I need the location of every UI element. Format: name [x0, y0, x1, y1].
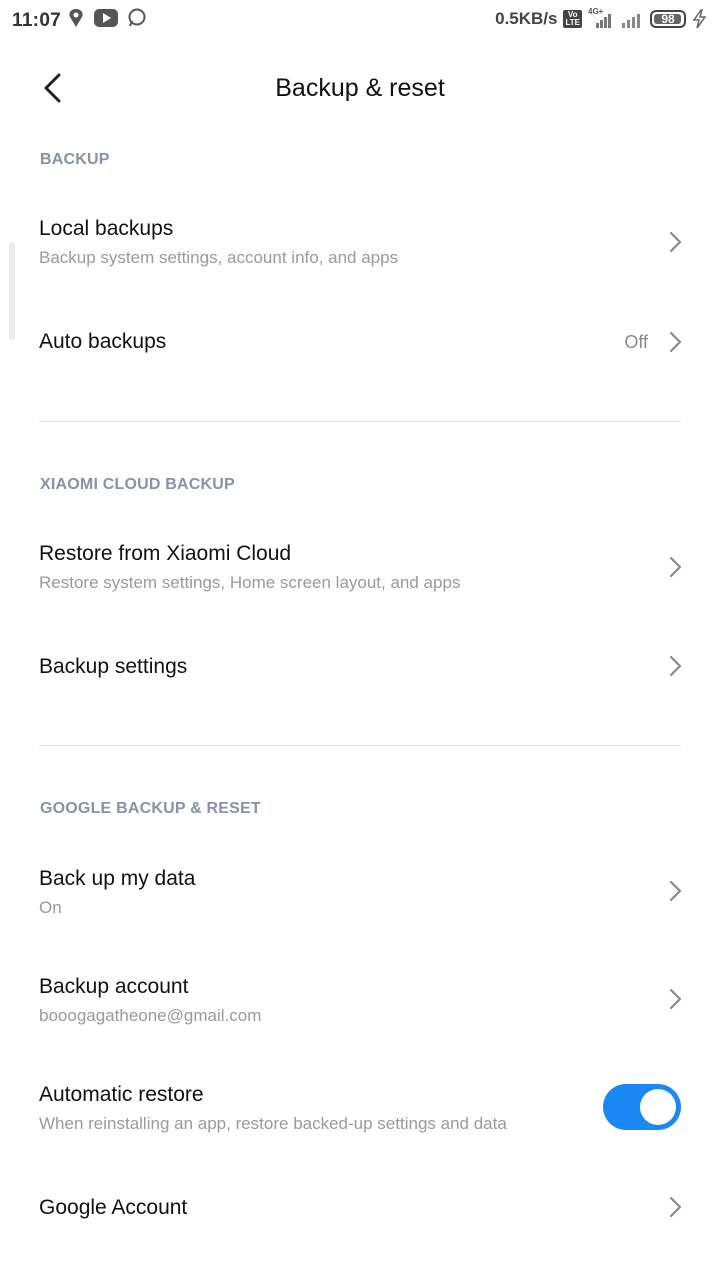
automatic-restore-subtitle: When reinstalling an app, restore backed…	[39, 1114, 507, 1133]
divider	[39, 745, 681, 746]
local-backups-subtitle: Backup system settings, account info, an…	[39, 248, 399, 267]
signal-4g-icon: 4G+	[588, 7, 614, 29]
chevron-right-icon	[669, 1196, 682, 1218]
auto-backups-value: Off	[624, 332, 648, 352]
restore-from-cloud-title: Restore from Xiaomi Cloud	[39, 542, 292, 565]
backup-account-item[interactable]: Backup account booogagatheone@gmail.com	[0, 948, 720, 1054]
status-time: 11:07	[12, 10, 62, 31]
signal-icon	[622, 14, 640, 28]
app-header: Backup & reset	[0, 52, 720, 124]
location-icon	[69, 9, 83, 27]
chevron-right-icon	[669, 655, 682, 677]
toggle-knob	[640, 1089, 676, 1125]
google-account-title: Google Account	[39, 1196, 188, 1219]
notification-icons	[66, 8, 146, 28]
back-up-my-data-title: Back up my data	[39, 867, 196, 890]
backup-account-title: Backup account	[39, 975, 189, 998]
youtube-icon	[94, 9, 118, 27]
chevron-right-icon	[669, 331, 682, 353]
local-backups-title: Local backups	[39, 217, 174, 240]
back-up-my-data-item[interactable]: Back up my data On	[0, 840, 720, 946]
automatic-restore-title: Automatic restore	[39, 1083, 204, 1106]
section-header-cloud: XIAOMI CLOUD BACKUP	[40, 476, 235, 493]
battery-icon: 98	[650, 10, 686, 28]
auto-backups-item[interactable]: Auto backups Off	[0, 296, 720, 388]
divider	[39, 421, 681, 422]
chevron-right-icon	[669, 231, 682, 253]
status-bar: 11:07 0.5KB/s Vo LTE 4G+ 98	[0, 0, 720, 40]
network-speed: 0.5KB/s	[495, 9, 558, 28]
volte-bottom: LTE	[565, 18, 580, 27]
chevron-right-icon	[669, 880, 682, 902]
section-header-backup: BACKUP	[40, 151, 110, 168]
status-right: 0.5KB/s Vo LTE 4G+ 98	[495, 7, 708, 29]
automatic-restore-item: Automatic restore When reinstalling an a…	[0, 1056, 720, 1162]
local-backups-item[interactable]: Local backups Backup system settings, ac…	[0, 190, 720, 296]
battery-level: 98	[661, 12, 675, 26]
volte-icon: Vo LTE	[563, 10, 582, 28]
chat-bubble-icon	[128, 8, 146, 27]
google-account-item[interactable]: Google Account	[0, 1162, 720, 1254]
section-header-google: GOOGLE BACKUP & RESET	[40, 800, 261, 817]
charging-icon	[692, 9, 707, 29]
auto-backups-title: Auto backups	[39, 330, 167, 353]
chevron-right-icon	[669, 556, 682, 578]
backup-account-email: booogagatheone@gmail.com	[39, 1006, 262, 1025]
back-up-my-data-subtitle: On	[39, 898, 62, 917]
backup-settings-item[interactable]: Backup settings	[0, 621, 720, 713]
chevron-right-icon	[669, 988, 682, 1010]
automatic-restore-toggle[interactable]	[603, 1084, 681, 1130]
restore-from-cloud-item[interactable]: Restore from Xiaomi Cloud Restore system…	[0, 515, 720, 621]
backup-settings-title: Backup settings	[39, 655, 188, 678]
page-title: Backup & reset	[275, 74, 445, 102]
restore-from-cloud-subtitle: Restore system settings, Home screen lay…	[39, 573, 461, 592]
